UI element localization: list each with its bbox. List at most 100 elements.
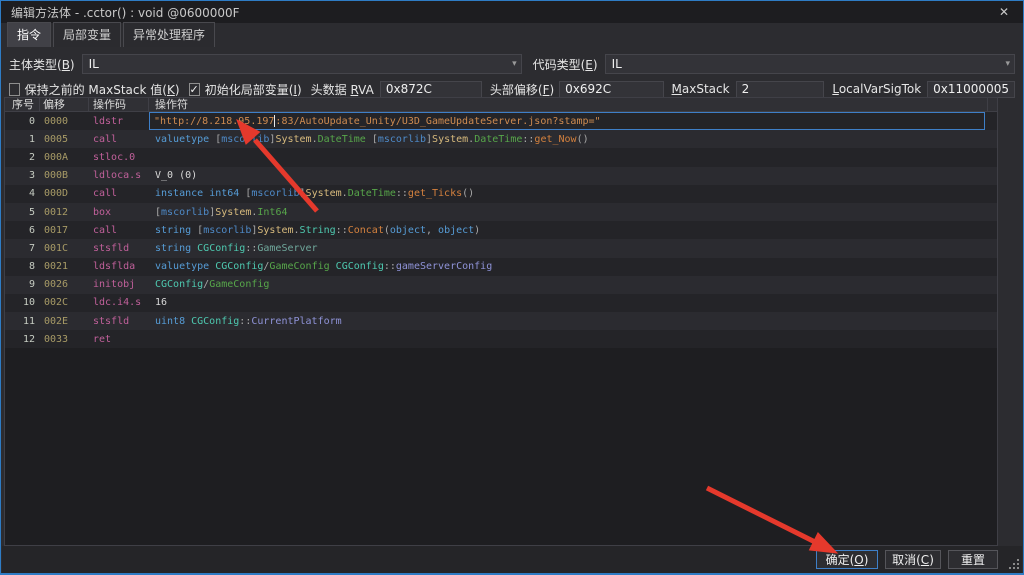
row-offset: 0026 (40, 276, 89, 294)
row-offset: 0017 (40, 221, 89, 239)
row-offset: 002C (40, 294, 89, 312)
header-offset-label: 头部偏移(F) (490, 81, 554, 98)
row-index: 9 (5, 276, 40, 294)
keep-maxstack-checkbox[interactable] (9, 83, 20, 96)
instruction-row[interactable]: 90026initobjCGConfig/GameConfig (5, 276, 997, 294)
row-opcode[interactable]: initobj (89, 276, 149, 294)
code-type-select[interactable]: IL ▾ (605, 54, 1015, 74)
row-offset: 0021 (40, 258, 89, 276)
tab-strip: 指令 局部变量 异常处理程序 (1, 23, 1023, 47)
row-operand[interactable]: V_0 (0) (149, 167, 997, 185)
body-type-label: 主体类型(B) (9, 56, 75, 73)
instruction-row[interactable]: 3000Bldloca.sV_0 (0) (5, 167, 997, 185)
row-index: 12 (5, 330, 40, 348)
row-index: 11 (5, 312, 40, 330)
operand-editor[interactable]: "http://8.218.95.197:83/AutoUpdate_Unity… (149, 112, 985, 130)
resize-grip[interactable] (1009, 559, 1020, 570)
instruction-row[interactable]: 120033ret (5, 330, 997, 348)
dialog-title: 编辑方法体 - .cctor() : void @0600000F (11, 4, 240, 21)
row-index: 6 (5, 221, 40, 239)
row-index: 4 (5, 185, 40, 203)
row-index: 7 (5, 239, 40, 257)
row-index: 1 (5, 130, 40, 148)
row-offset: 002E (40, 312, 89, 330)
row-operand[interactable]: valuetype [mscorlib]System.DateTime [msc… (149, 130, 997, 148)
chevron-down-icon: ▾ (512, 59, 517, 69)
instruction-rows: 00000ldstr"http://8.218.95.197:83/AutoUp… (5, 112, 997, 348)
row-offset: 000B (40, 167, 89, 185)
row-offset: 0000 (40, 112, 89, 130)
row-offset: 001C (40, 239, 89, 257)
row-opcode[interactable]: box (89, 203, 149, 221)
instruction-row[interactable]: 2000Astloc.0 (5, 148, 997, 166)
column-header-offset[interactable]: 偏移 (40, 98, 89, 111)
row-opcode[interactable]: ldstr (89, 112, 149, 130)
row-index: 3 (5, 167, 40, 185)
instruction-row[interactable]: 10002Cldc.i4.s16 (5, 294, 997, 312)
localvarsigtok-label: LocalVarSigTok (832, 82, 921, 96)
header-rva-field[interactable]: 0x872C (380, 81, 482, 98)
row-operand[interactable] (149, 148, 997, 166)
ok-button[interactable]: 确定(O) (816, 550, 878, 569)
cancel-button[interactable]: 取消(C) (885, 550, 941, 569)
instruction-row[interactable]: 00000ldstr"http://8.218.95.197:83/AutoUp… (5, 112, 997, 130)
instruction-row[interactable]: 10005callvaluetype [mscorlib]System.Date… (5, 130, 997, 148)
keep-maxstack-label: 保持之前的 MaxStack 值(K) (25, 81, 180, 98)
row-index: 8 (5, 258, 40, 276)
row-opcode[interactable]: stloc.0 (89, 148, 149, 166)
row-operand[interactable]: 16 (149, 294, 997, 312)
row-opcode[interactable]: ldc.i4.s (89, 294, 149, 312)
row-operand[interactable]: CGConfig/GameConfig (149, 276, 997, 294)
row-opcode[interactable]: ldsflda (89, 258, 149, 276)
row-operand[interactable]: [mscorlib]System.Int64 (149, 203, 997, 221)
row-offset: 0033 (40, 330, 89, 348)
row-opcode[interactable]: stsfld (89, 312, 149, 330)
instruction-row[interactable]: 80021ldsfldavaluetype CGConfig/GameConfi… (5, 258, 997, 276)
instruction-row[interactable]: 4000Dcallinstance int64 [mscorlib]System… (5, 185, 997, 203)
instruction-row[interactable]: 7001Cstsfldstring CGConfig::GameServer (5, 239, 997, 257)
row-operand[interactable]: string [mscorlib]System.String::Concat(o… (149, 221, 997, 239)
column-header-index[interactable]: 序号 (5, 98, 40, 111)
row-opcode[interactable]: ldloca.s (89, 167, 149, 185)
instruction-row[interactable]: 11002Estsflduint8 CGConfig::CurrentPlatf… (5, 312, 997, 330)
reset-button[interactable]: 重置 (948, 550, 998, 569)
tab-locals[interactable]: 局部变量 (53, 22, 121, 47)
row-operand[interactable]: instance int64 [mscorlib]System.DateTime… (149, 185, 997, 203)
edit-method-body-dialog: 编辑方法体 - .cctor() : void @0600000F ✕ 指令 局… (0, 0, 1024, 575)
row-offset: 000D (40, 185, 89, 203)
column-header-operand[interactable]: 操作符 (149, 98, 997, 111)
row-index: 10 (5, 294, 40, 312)
row-opcode[interactable]: ret (89, 330, 149, 348)
row-offset: 0012 (40, 203, 89, 221)
row-index: 2 (5, 148, 40, 166)
header-rva-label: 头数据 RVA (311, 81, 374, 98)
column-header-opcode[interactable]: 操作码 (89, 98, 149, 111)
row-opcode[interactable]: call (89, 221, 149, 239)
tab-exception-handlers[interactable]: 异常处理程序 (123, 22, 215, 47)
init-locals-checkbox[interactable]: ✓ (189, 83, 200, 96)
row-operand[interactable]: "http://8.218.95.197:83/AutoUpdate_Unity… (149, 112, 997, 130)
title-bar: 编辑方法体 - .cctor() : void @0600000F ✕ (1, 1, 1023, 23)
row-operand[interactable]: uint8 CGConfig::CurrentPlatform (149, 312, 997, 330)
row-index: 5 (5, 203, 40, 221)
row-offset: 000A (40, 148, 89, 166)
maxstack-label: MaxStack (672, 82, 730, 96)
row-opcode[interactable]: call (89, 130, 149, 148)
header-offset-field[interactable]: 0x692C (559, 81, 663, 98)
chevron-down-icon: ▾ (1005, 59, 1010, 69)
row-opcode[interactable]: call (89, 185, 149, 203)
instruction-row[interactable]: 50012box[mscorlib]System.Int64 (5, 203, 997, 221)
localvarsigtok-field[interactable]: 0x11000005 (927, 81, 1015, 98)
close-icon[interactable]: ✕ (995, 5, 1013, 19)
instruction-row[interactable]: 60017callstring [mscorlib]System.String:… (5, 221, 997, 239)
method-header-form: 主体类型(B) IL ▾ 代码类型(E) IL ▾ 保持之前的 MaxStack… (1, 47, 1023, 97)
body-type-select[interactable]: IL ▾ (82, 54, 522, 74)
row-operand[interactable]: valuetype CGConfig/GameConfig CGConfig::… (149, 258, 997, 276)
tab-instructions[interactable]: 指令 (7, 22, 51, 47)
row-opcode[interactable]: stsfld (89, 239, 149, 257)
instruction-grid: 序号 偏移 操作码 操作符 00000ldstr"http://8.218.95… (4, 97, 998, 546)
row-operand[interactable]: string CGConfig::GameServer (149, 239, 997, 257)
row-operand[interactable] (149, 330, 997, 348)
maxstack-field[interactable]: 2 (736, 81, 825, 98)
row-index: 0 (5, 112, 40, 130)
